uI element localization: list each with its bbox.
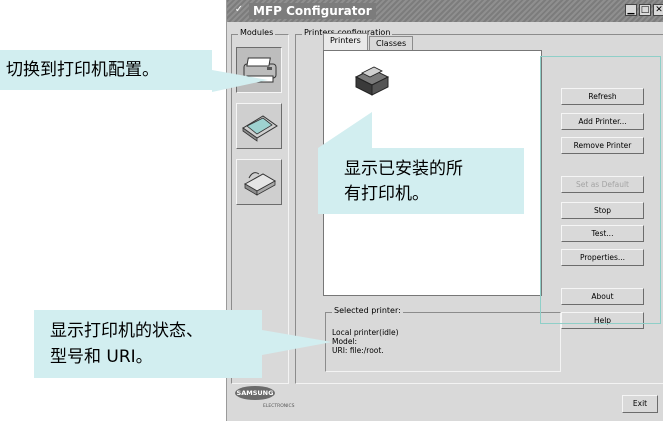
installed-callout-text-line2: 有打印机。 xyxy=(344,184,429,204)
installed-callout-text-line1: 显示已安装的所 xyxy=(344,159,463,179)
printer-status-callout: 显示打印机的状态、 型号和 URI。 xyxy=(34,310,262,378)
status-callout-text-line2: 型号和 URI。 xyxy=(50,347,153,367)
installed-printers-callout: 显示已安装的所 有打印机。 xyxy=(318,148,524,214)
switch-to-printer-callout: 切换到打印机配置。 xyxy=(0,50,212,90)
status-callout-pointer xyxy=(262,330,332,355)
switch-callout-text: 切换到打印机配置。 xyxy=(6,60,159,80)
switch-callout-pointer xyxy=(212,70,268,92)
installed-callout-pointer xyxy=(318,112,372,148)
status-callout-text-line1: 显示打印机的状态、 xyxy=(50,321,203,341)
